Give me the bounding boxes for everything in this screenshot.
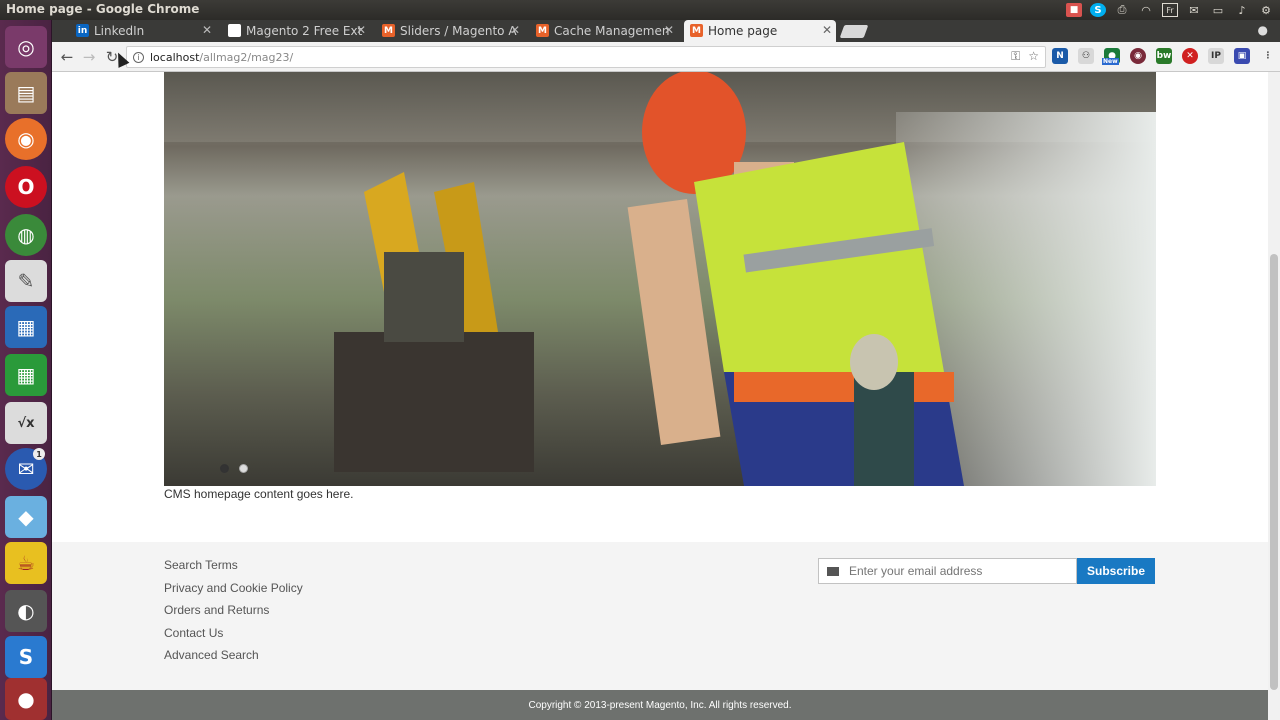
tab-label: Cache Managemen — [554, 24, 670, 38]
tab-sliders[interactable]: M Sliders / Magento A ✕ — [376, 20, 524, 42]
envelope-icon — [827, 566, 839, 576]
slider-dots — [220, 464, 248, 473]
footer: Search Terms Privacy and Cookie Policy O… — [52, 542, 1268, 690]
browser-toolbar: ← → ↻ i localhost /allmag2/mag23/ ⚿ ☆ N … — [52, 42, 1280, 72]
tab-home-page[interactable]: M Home page ✕ — [684, 20, 836, 42]
chrome-icon[interactable]: ◍ — [5, 214, 47, 256]
scrollbar-thumb[interactable] — [1270, 254, 1278, 690]
recorder-icon[interactable]: ● — [5, 678, 47, 720]
blank-page-icon — [228, 24, 241, 37]
window-title: Home page - Google Chrome — [6, 2, 200, 16]
opera-icon[interactable]: O — [5, 166, 47, 208]
excavator-image — [334, 172, 534, 472]
info-icon[interactable]: i — [133, 51, 144, 63]
new-tab-button[interactable] — [839, 25, 869, 38]
cms-content-text: CMS homepage content goes here. — [164, 487, 354, 501]
forward-arrow-icon[interactable]: → — [79, 47, 99, 67]
footer-link-advanced-search[interactable]: Advanced Search — [164, 648, 303, 671]
close-icon[interactable]: ✕ — [356, 23, 366, 37]
settings-gear-icon[interactable]: ⚙ — [1258, 3, 1274, 17]
hero-slider[interactable] — [164, 72, 1156, 486]
magento-icon: M — [382, 24, 395, 37]
linkedin-icon: in — [76, 24, 89, 37]
tab-label: Sliders / Magento A — [400, 24, 517, 38]
tab-linkedin[interactable]: in LinkedIn ✕ — [70, 20, 216, 42]
tab-magento-free-ext[interactable]: Magento 2 Free Ext ✕ — [222, 20, 370, 42]
tab-label: Magento 2 Free Ext — [246, 24, 363, 38]
slider-dot-2[interactable] — [239, 464, 248, 473]
close-icon[interactable]: ✕ — [202, 23, 212, 37]
url-path: /allmag2/mag23/ — [199, 50, 294, 64]
close-icon[interactable]: ✕ — [822, 23, 832, 37]
extension-user-icon[interactable]: ⚇ — [1078, 48, 1094, 64]
footer-link-orders-returns[interactable]: Orders and Returns — [164, 603, 303, 626]
printer-icon[interactable]: ⎙ — [1114, 3, 1130, 17]
extension-block-icon[interactable]: ✕ — [1182, 48, 1198, 64]
address-bar[interactable]: i localhost /allmag2/mag23/ ⚿ ☆ — [126, 46, 1046, 68]
teapot-icon[interactable]: ☕ — [5, 542, 47, 584]
math-icon[interactable]: √x — [5, 402, 47, 444]
extension-bw-icon[interactable]: bw — [1156, 48, 1172, 64]
extension-square-icon[interactable]: ▣ — [1234, 48, 1250, 64]
extension-new-icon[interactable]: ● New — [1102, 48, 1120, 65]
file-manager-icon[interactable]: ▤ — [5, 72, 47, 114]
skype-icon[interactable]: S — [1090, 3, 1106, 17]
video-recorder-icon[interactable]: ■ — [1066, 3, 1082, 17]
footer-link-search-terms[interactable]: Search Terms — [164, 558, 303, 581]
bookmark-star-icon[interactable]: ☆ — [1028, 49, 1039, 64]
email-field-wrapper — [818, 558, 1077, 584]
tab-label: Home page — [708, 24, 778, 38]
profile-icon[interactable]: ● — [1258, 23, 1268, 37]
magento-icon: M — [690, 24, 703, 37]
keyboard-layout-icon[interactable]: Fr — [1162, 3, 1178, 17]
system-tray: ■ S ⎙ ◠ Fr ✉ ▭ ♪ ⚙ — [1066, 2, 1274, 18]
copyright-bar: Copyright © 2013-present Magento, Inc. A… — [52, 690, 1268, 720]
back-arrow-icon[interactable]: ← — [57, 47, 77, 67]
footer-links: Search Terms Privacy and Cookie Policy O… — [164, 558, 303, 671]
newsletter-form: Subscribe — [818, 558, 1155, 584]
ubuntu-launcher: ◎ ▤ ◉ O ◍ ✎ ▦ ▦ √x ✉ 1 ◆ ☕ ◐ S ● — [0, 20, 52, 720]
close-icon[interactable]: ✕ — [664, 23, 674, 37]
footer-link-contact[interactable]: Contact Us — [164, 626, 303, 649]
url-host: localhost — [150, 50, 200, 64]
chrome-menu-icon[interactable]: ⋮ — [1260, 48, 1276, 64]
extension-circle-icon[interactable]: ◉ — [1130, 48, 1146, 64]
close-icon[interactable]: ✕ — [510, 23, 520, 37]
email-input[interactable] — [849, 564, 1069, 578]
tab-cache-management[interactable]: M Cache Managemen ✕ — [530, 20, 678, 42]
new-badge: New — [1102, 58, 1119, 65]
os-top-panel: Home page - Google Chrome ■ S ⎙ ◠ Fr ✉ ▭… — [0, 0, 1280, 20]
extensions-bar: N ⚇ ● New ◉ bw ✕ IP ▣ ⋮ — [1052, 48, 1276, 65]
tab-strip: in LinkedIn ✕ Magento 2 Free Ext ✕ M Sli… — [52, 20, 1280, 42]
mail-icon[interactable]: ✉ — [1186, 3, 1202, 17]
text-editor-icon[interactable]: ✎ — [5, 260, 47, 302]
slider-dot-1[interactable] — [220, 464, 229, 473]
thunderbird-icon[interactable]: ✉ 1 — [5, 448, 47, 490]
battery-icon[interactable]: ▭ — [1210, 3, 1226, 17]
extension-ip-icon[interactable]: IP — [1208, 48, 1224, 64]
virtualbox-icon[interactable]: ◆ — [5, 496, 47, 538]
unread-badge: 1 — [33, 448, 45, 460]
calc-icon[interactable]: ▦ — [5, 354, 47, 396]
skype-launcher-icon[interactable]: S — [5, 636, 47, 678]
construction-worker-image — [627, 72, 964, 486]
tab-label: LinkedIn — [94, 24, 145, 38]
ubuntu-dash-icon[interactable]: ◎ — [5, 26, 47, 68]
volume-icon[interactable]: ♪ — [1234, 3, 1250, 17]
wifi-icon[interactable]: ◠ — [1138, 3, 1154, 17]
footer-link-privacy[interactable]: Privacy and Cookie Policy — [164, 581, 303, 604]
magento-icon: M — [536, 24, 549, 37]
firefox-icon[interactable]: ◉ — [5, 118, 47, 160]
writer-icon[interactable]: ▦ — [5, 306, 47, 348]
extension-n-icon[interactable]: N — [1052, 48, 1068, 64]
gimp-icon[interactable]: ◐ — [5, 590, 47, 632]
page-viewport: CMS homepage content goes here. Search T… — [52, 72, 1280, 720]
scrollbar[interactable] — [1268, 72, 1280, 720]
subscribe-button[interactable]: Subscribe — [1077, 558, 1155, 584]
key-icon[interactable]: ⚿ — [1011, 49, 1020, 64]
